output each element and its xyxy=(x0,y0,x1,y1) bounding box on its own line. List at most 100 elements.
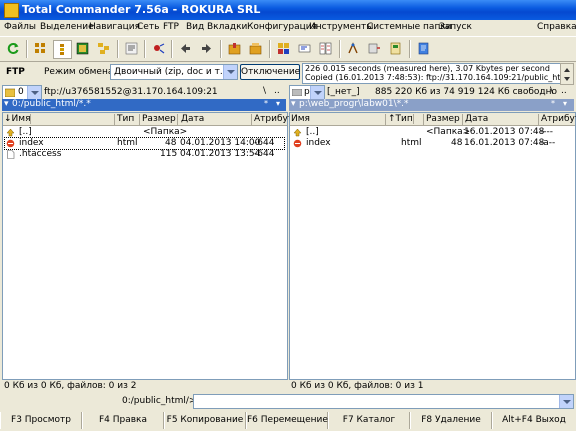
refresh-icon xyxy=(7,43,19,54)
filter-button[interactable] xyxy=(123,40,140,57)
find-icon xyxy=(278,43,289,54)
menu-files[interactable]: Файлы xyxy=(4,22,36,32)
right-history-icon[interactable]: * xyxy=(551,99,555,108)
menu-help[interactable]: Справка xyxy=(537,22,576,32)
f5-copy-button[interactable]: F5 Копирование xyxy=(164,412,246,429)
left-root-button[interactable]: \ xyxy=(263,86,266,96)
menu-selection[interactable]: Выделение xyxy=(40,22,94,32)
right-col-name[interactable]: Имя xyxy=(291,114,386,125)
left-path-bar[interactable]: ▾ 0:/public_html/*.* xyxy=(2,99,286,111)
right-col-attr[interactable]: Атрибут xyxy=(541,114,576,125)
app-icon xyxy=(4,3,19,18)
back-icon xyxy=(181,44,190,53)
left-history-icon[interactable]: * xyxy=(264,99,268,108)
view-brief-button[interactable] xyxy=(32,40,49,57)
alt-f4-exit-button[interactable]: Alt+F4 Выход xyxy=(492,412,575,429)
menu-tools[interactable]: Инструменты xyxy=(309,22,373,32)
right-path: p:\web_progr\labw01\*.* xyxy=(299,99,409,109)
chevron-down-icon[interactable] xyxy=(559,395,573,408)
menu-navigation[interactable]: Навигация xyxy=(89,22,140,32)
right-col-ext[interactable]: ↑Тип xyxy=(388,114,424,125)
left-col-attr[interactable]: Атрибут xyxy=(254,114,293,125)
file-size: 48 xyxy=(451,138,463,148)
ftp-new-button[interactable] xyxy=(387,40,404,57)
f3-view-button[interactable]: F3 Просмотр xyxy=(0,412,82,429)
menu-view[interactable]: Вид xyxy=(186,22,204,32)
find-button[interactable] xyxy=(275,40,292,57)
up-folder-icon xyxy=(6,128,15,137)
file-name: index xyxy=(306,138,331,148)
menu-configuration[interactable]: Конфигурация xyxy=(247,22,317,32)
col-name-label: Имя xyxy=(11,114,32,124)
compare-button[interactable] xyxy=(317,40,334,57)
f4-edit-button[interactable]: F4 Правка xyxy=(82,412,164,429)
ftp-panel: FTP Режим обмена Двоичный (zip, doc и т.… xyxy=(0,61,576,85)
unpack-icon xyxy=(249,43,262,55)
ftp-label: FTP xyxy=(6,67,25,77)
left-col-ext[interactable]: Тип xyxy=(117,114,140,125)
file-date: 16.01.2013 07:48 xyxy=(464,138,545,148)
menu-network[interactable]: Сеть xyxy=(137,22,159,32)
disconnect-button[interactable]: Отключение xyxy=(240,64,300,80)
thumbnails-button[interactable] xyxy=(74,40,91,57)
toolbar-separator xyxy=(117,40,119,58)
file-row[interactable]: [..] <Папка> xyxy=(5,127,285,138)
ftp-connect-button[interactable] xyxy=(366,40,383,57)
file-attr: -a-- xyxy=(540,138,556,148)
left-up-button[interactable]: .. xyxy=(274,86,280,96)
notepad-button[interactable] xyxy=(415,40,432,57)
left-col-date[interactable]: Дата xyxy=(181,114,252,125)
menu-start[interactable]: Запуск xyxy=(439,22,472,32)
function-key-bar: F3 Просмотр F4 Правка F5 Копирование F6 … xyxy=(0,412,576,431)
right-col-size[interactable]: Размер xyxy=(426,114,463,125)
file-row[interactable]: index html 48 16.01.2013 07:48 -a-- xyxy=(292,138,573,149)
left-file-pane[interactable]: ↓Имя Тип Размер Дата Атрибут [..] <Папка… xyxy=(2,112,293,380)
left-col-name[interactable]: ↓Имя xyxy=(4,114,115,125)
view-full-icon xyxy=(60,44,64,55)
sync-button[interactable] xyxy=(345,40,362,57)
file-row[interactable]: [..] <Папка> 16.01.2013 07:48 ---- xyxy=(292,127,573,138)
left-drive-select[interactable]: 0 xyxy=(2,85,42,100)
toolbar-separator xyxy=(171,40,173,58)
right-file-pane[interactable]: Имя ↑Тип Размер Дата Атрибут [..] <Папка… xyxy=(289,112,576,380)
file-row[interactable]: .htaccess 115 04.01.2013 13:54 -644 xyxy=(5,149,285,160)
view-full-button[interactable] xyxy=(53,40,72,59)
menu-tabs[interactable]: Вкладки xyxy=(207,22,247,32)
left-hotlist-icon[interactable]: ▾ xyxy=(276,99,280,108)
html-file-icon xyxy=(293,139,302,148)
transfer-mode-select[interactable]: Двоичный (zip, doc и т.д.) xyxy=(110,64,238,80)
file-size: 48 xyxy=(165,138,177,148)
file-row-selected[interactable]: index html 48 04.01.2013 14:00 -644 xyxy=(4,137,285,150)
chevron-down-icon[interactable] xyxy=(27,86,41,99)
right-drive-name: [_нет_] xyxy=(327,87,360,97)
ftp-log-scrollbar[interactable] xyxy=(560,63,574,85)
toolbar-separator xyxy=(409,40,411,58)
right-root-button[interactable]: \ xyxy=(550,86,553,96)
f7-mkdir-button[interactable]: F7 Каталог xyxy=(328,412,410,429)
ftp-connect-icon xyxy=(368,43,380,54)
rename-icon xyxy=(298,44,311,53)
f8-delete-button[interactable]: F8 Удаление xyxy=(410,412,492,429)
back-button[interactable] xyxy=(177,40,194,57)
tree-button[interactable] xyxy=(95,40,112,57)
left-col-size[interactable]: Размер xyxy=(142,114,178,125)
right-col-date[interactable]: Дата xyxy=(465,114,539,125)
right-hotlist-icon[interactable]: ▾ xyxy=(563,99,567,108)
network-button[interactable] xyxy=(150,40,167,57)
unpack-button[interactable] xyxy=(247,40,264,57)
right-drive-select[interactable]: p xyxy=(289,85,325,100)
chevron-down-icon[interactable] xyxy=(310,86,324,99)
view-brief-icon xyxy=(35,43,45,53)
forward-button[interactable] xyxy=(198,40,215,57)
toolbar xyxy=(0,36,576,62)
rename-button[interactable] xyxy=(296,40,313,57)
right-up-button[interactable]: .. xyxy=(561,86,567,96)
chevron-down-icon[interactable] xyxy=(223,65,237,79)
menu-ftp[interactable]: FTP xyxy=(163,22,179,32)
file-name: .htaccess xyxy=(19,149,62,159)
command-line-input[interactable] xyxy=(193,394,574,409)
right-path-bar[interactable]: ▾ p:\web_progr\labw01\*.* xyxy=(289,99,574,111)
refresh-button[interactable] xyxy=(5,40,22,57)
pack-button[interactable] xyxy=(226,40,243,57)
f6-move-button[interactable]: F6 Перемещение xyxy=(246,412,328,429)
